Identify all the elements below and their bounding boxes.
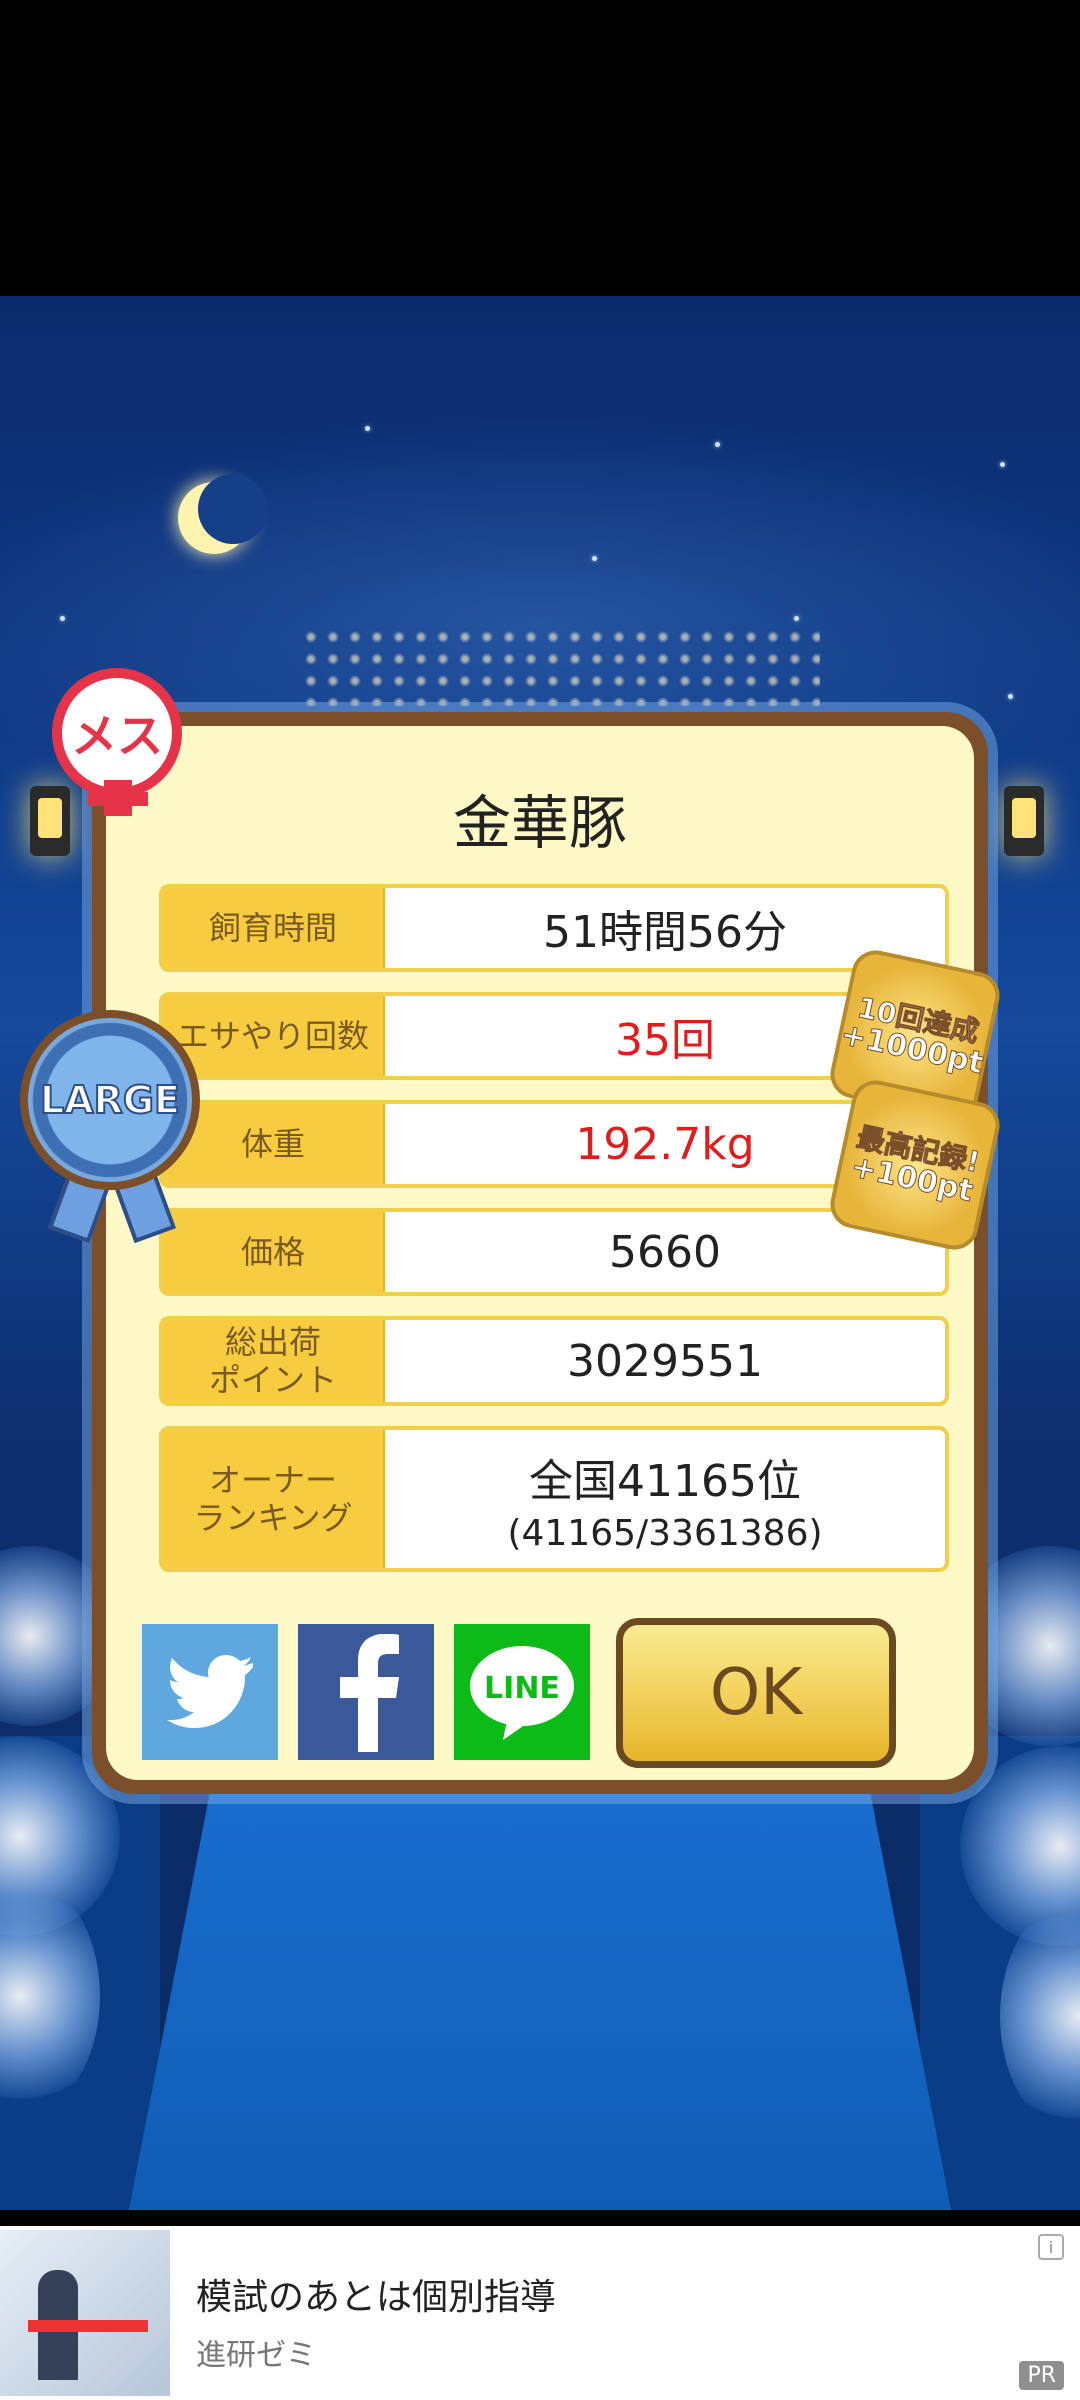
stat-value: 3029551 bbox=[567, 1335, 763, 1387]
star bbox=[715, 442, 720, 447]
stat-label: 総出荷 ポイント bbox=[163, 1320, 385, 1402]
star bbox=[794, 616, 799, 621]
ad-title[interactable]: 模試のあとは個別指導 bbox=[196, 2268, 556, 2320]
stat-row-weight: 体重 192.7kg bbox=[159, 1100, 949, 1188]
stat-label: 飼育時間 bbox=[163, 888, 385, 968]
stat-row-owner-ranking: オーナー ランキング 全国41165位 (41165/3361386) bbox=[159, 1426, 949, 1572]
stat-label: エサやり回数 bbox=[163, 996, 385, 1076]
stat-value-group: 全国41165位 (41165/3361386) bbox=[385, 1430, 945, 1568]
road bbox=[120, 1736, 960, 2210]
street-lamp bbox=[1004, 786, 1044, 856]
ad-red-band bbox=[28, 2320, 148, 2332]
pig-breed-title: 金華豚 bbox=[452, 789, 627, 857]
twitter-icon bbox=[167, 1655, 253, 1728]
ad-pr-label: PR bbox=[1019, 2361, 1064, 2390]
gender-label: メス bbox=[71, 709, 163, 763]
star bbox=[1000, 462, 1005, 467]
share-twitter-button[interactable] bbox=[142, 1624, 278, 1760]
star bbox=[1008, 694, 1013, 699]
result-panel: 金華豚 飼育時間 51時間56分 エサやり回数 35回 体重 192.7kg 価… bbox=[92, 712, 988, 1794]
ad-image[interactable] bbox=[0, 2230, 170, 2396]
string-lights bbox=[300, 626, 820, 706]
size-rosette-badge: LARGE bbox=[20, 1010, 200, 1190]
female-badge: メス bbox=[52, 668, 182, 798]
line-icon: LINE bbox=[470, 1646, 574, 1740]
star bbox=[365, 426, 370, 431]
result-panel-body: 金華豚 飼育時間 51時間56分 エサやり回数 35回 体重 192.7kg 価… bbox=[106, 726, 974, 1780]
stat-label: オーナー ランキング bbox=[163, 1430, 385, 1568]
ad-info-icon[interactable]: i bbox=[1038, 2234, 1064, 2260]
ranking-value: 全国41165位 bbox=[529, 1455, 801, 1507]
street-lamp bbox=[30, 786, 70, 856]
record-badge: 最高記録! +100pt bbox=[826, 1076, 1004, 1254]
stat-label: 価格 bbox=[163, 1212, 385, 1292]
female-symbol-bar bbox=[88, 792, 148, 806]
ok-button[interactable]: OK bbox=[616, 1618, 896, 1768]
ad-banner[interactable]: 模試のあとは個別指導 進研ゼミ i PR bbox=[0, 2226, 1080, 2400]
star bbox=[592, 556, 597, 561]
stat-row-raising-time: 飼育時間 51時間56分 bbox=[159, 884, 949, 972]
size-label: LARGE bbox=[39, 1077, 181, 1123]
share-line-button[interactable]: LINE bbox=[454, 1624, 590, 1760]
stat-row-price: 価格 5660 bbox=[159, 1208, 949, 1296]
share-facebook-button[interactable] bbox=[298, 1624, 434, 1760]
ad-sponsor: 進研ゼミ bbox=[196, 2338, 316, 2373]
svg-text:LINE: LINE bbox=[484, 1671, 560, 1706]
star bbox=[60, 616, 65, 621]
facebook-icon bbox=[340, 1634, 399, 1752]
ranking-detail: (41165/3361386) bbox=[507, 1512, 823, 1554]
stat-row-total-points: 総出荷 ポイント 3029551 bbox=[159, 1316, 949, 1406]
moon bbox=[178, 474, 268, 554]
